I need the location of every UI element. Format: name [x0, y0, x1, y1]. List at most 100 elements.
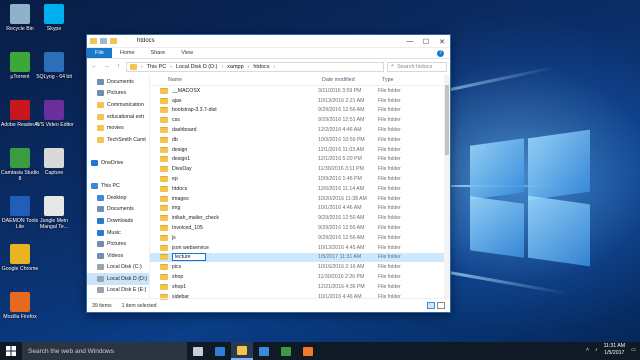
tab-home[interactable]: Home: [112, 48, 143, 58]
task-view-taskbar-button[interactable]: [187, 342, 209, 360]
scrollbar-thumb[interactable]: [445, 85, 449, 155]
nav-item[interactable]: Pictures: [87, 88, 149, 100]
nav-item[interactable]: Pictures: [87, 238, 149, 250]
file-name-cell[interactable]: db: [150, 136, 318, 143]
tab-file[interactable]: File: [87, 48, 112, 58]
file-name-cell[interactable]: bootstrap-3.3.7-dist: [150, 107, 318, 114]
up-button[interactable]: ↑: [114, 63, 123, 70]
nav-item[interactable]: Videos: [87, 250, 149, 262]
file-name-cell[interactable]: css: [150, 117, 318, 124]
nav-item[interactable]: OneDrive: [87, 157, 149, 169]
file-row[interactable]: shop1 12/21/2016 4:36 PM File folder: [150, 282, 450, 292]
file-name-cell[interactable]: shop: [150, 274, 318, 281]
file-row[interactable]: pics 10/16/2016 2:16 AM File folder: [150, 262, 450, 272]
nav-item[interactable]: movies: [87, 122, 149, 134]
nav-item[interactable]: TechSmith Camt: [87, 134, 149, 146]
nav-item[interactable]: Local Disk D (D:): [87, 273, 149, 285]
breadcrumb-local-disk-d[interactable]: Local Disk D (D:): [176, 64, 218, 70]
properties-icon[interactable]: [100, 38, 107, 44]
file-row[interactable]: ajax 10/13/2016 2:21 AM File folder: [150, 96, 450, 106]
file-name-cell[interactable]: lecture: [150, 253, 318, 262]
camtasia-taskbar-taskbar-button[interactable]: [275, 342, 297, 360]
file-name-cell[interactable]: design: [150, 146, 318, 153]
file-name-cell[interactable]: htdocs: [150, 185, 318, 192]
desktop-icon[interactable]: Capture: [34, 148, 74, 176]
file-row[interactable]: ep 10/9/2016 1:46 PM File folder: [150, 174, 450, 184]
file-explorer-window[interactable]: htdocs — ☐ ✕ File Home Share View ? ← → …: [86, 34, 451, 313]
breadcrumb-xampp[interactable]: xampp: [227, 64, 244, 70]
file-explorer-taskbar-button[interactable]: [231, 342, 253, 360]
column-name[interactable]: Name: [150, 77, 318, 83]
xampp-taskbar-button[interactable]: [297, 342, 319, 360]
nav-item[interactable]: Local Disk (C:): [87, 262, 149, 274]
minimize-button[interactable]: —: [402, 35, 418, 48]
file-name-cell[interactable]: DiveDay: [150, 166, 318, 173]
file-row[interactable]: css 9/29/2016 12:51 AM File folder: [150, 115, 450, 125]
file-row[interactable]: htdocs 12/6/2016 11:14 AM File folder: [150, 184, 450, 194]
nav-item[interactable]: Desktop: [87, 192, 149, 204]
search-box[interactable]: ⌕ Search htdocs: [387, 61, 447, 72]
taskbar-search-box[interactable]: Search the web and Windows: [22, 342, 187, 360]
title-bar[interactable]: htdocs — ☐ ✕: [87, 35, 450, 48]
file-row[interactable]: __MACOSX 3/11/2016 3:59 PM File folder: [150, 86, 450, 96]
vertical-scrollbar[interactable]: [444, 75, 450, 299]
store-taskbar-button[interactable]: [253, 342, 275, 360]
file-row[interactable]: bootstrap-3.3.7-dist 9/29/2016 12:56 AM Fi…: [150, 106, 450, 116]
file-row[interactable]: img 10/1/2016 4:46 AM File folder: [150, 204, 450, 214]
file-row[interactable]: lecture 1/5/2017 11:31 AM File folder: [150, 252, 450, 263]
file-row[interactable]: db 10/3/2016 10:59 PM File folder: [150, 135, 450, 145]
help-icon[interactable]: ?: [437, 50, 444, 57]
desktop-icon[interactable]: AVS Video Editor: [34, 100, 74, 128]
navigation-pane[interactable]: Documents Pictures Communication educationa…: [87, 75, 150, 299]
breadcrumb-htdocs[interactable]: htdocs: [253, 64, 269, 70]
nav-item[interactable]: This PC: [87, 180, 149, 192]
notifications-icon[interactable]: ▭: [631, 347, 636, 353]
close-button[interactable]: ✕: [434, 35, 450, 48]
file-name-cell[interactable]: img: [150, 205, 318, 212]
maximize-button[interactable]: ☐: [418, 35, 434, 48]
column-type[interactable]: Type: [378, 77, 436, 83]
file-row[interactable]: shop 11/30/2016 2:26 PM File folder: [150, 272, 450, 282]
file-row[interactable]: inikah_mailer_check 9/29/2016 12:50 AM Fil…: [150, 213, 450, 223]
desktop-icon[interactable]: Skype: [34, 4, 74, 32]
edge-taskbar-button[interactable]: [209, 342, 231, 360]
file-name-cell[interactable]: shop1: [150, 283, 318, 290]
column-date-modified[interactable]: Date modified: [318, 77, 378, 83]
rename-input[interactable]: lecture: [172, 253, 206, 262]
file-row[interactable]: DiveDay 11/30/2016 3:11 PM File folder: [150, 164, 450, 174]
nav-item[interactable]: Downloads: [87, 215, 149, 227]
forward-button[interactable]: →: [102, 63, 111, 70]
file-name-cell[interactable]: __MACOSX: [150, 87, 318, 94]
chevron-up-icon[interactable]: ˄: [586, 347, 589, 353]
file-name-cell[interactable]: inikah_mailer_check: [150, 215, 318, 222]
file-row[interactable]: Invoiced_105 9/29/2016 12:50 AM File folde…: [150, 223, 450, 233]
file-name-cell[interactable]: ajax: [150, 97, 318, 104]
breadcrumb-this-pc[interactable]: This PC: [147, 64, 167, 70]
file-name-cell[interactable]: images: [150, 195, 318, 202]
details-view-button[interactable]: [427, 302, 435, 309]
file-name-cell[interactable]: js: [150, 234, 318, 241]
speaker-icon[interactable]: ♪: [595, 347, 598, 353]
nav-item[interactable]: educational extr: [87, 111, 149, 123]
file-name-cell[interactable]: json webservice: [150, 244, 318, 251]
desktop-icon[interactable]: SQLyog - 64 bit: [34, 52, 74, 80]
clock[interactable]: 11:31 AM 1/5/2017: [604, 343, 626, 357]
file-name-cell[interactable]: dashboard: [150, 127, 318, 134]
nav-item[interactable]: Music: [87, 227, 149, 239]
file-name-cell[interactable]: Invoiced_105: [150, 225, 318, 232]
file-row[interactable]: dashboard 12/2/2016 4:46 AM File folder: [150, 125, 450, 135]
desktop-icon[interactable]: Jungle Mein Mangal Te...: [34, 196, 74, 230]
large-icons-view-button[interactable]: [437, 302, 445, 309]
file-row[interactable]: design 12/1/2016 11:03 AM File folder: [150, 145, 450, 155]
desktop-icon[interactable]: Mozilla Firefox: [0, 292, 40, 320]
tab-view[interactable]: View: [173, 48, 201, 58]
file-name-cell[interactable]: ep: [150, 176, 318, 183]
file-name-cell[interactable]: design1: [150, 156, 318, 163]
nav-item[interactable]: Documents: [87, 76, 149, 88]
file-row[interactable]: json webservice 10/13/2016 4:45 AM File fo…: [150, 243, 450, 253]
back-button[interactable]: ←: [90, 63, 99, 70]
nav-item[interactable]: Communication: [87, 99, 149, 111]
file-row[interactable]: js 9/29/2016 12:56 AM File folder: [150, 233, 450, 243]
nav-item[interactable]: Documents: [87, 204, 149, 216]
file-name-cell[interactable]: pics: [150, 264, 318, 271]
